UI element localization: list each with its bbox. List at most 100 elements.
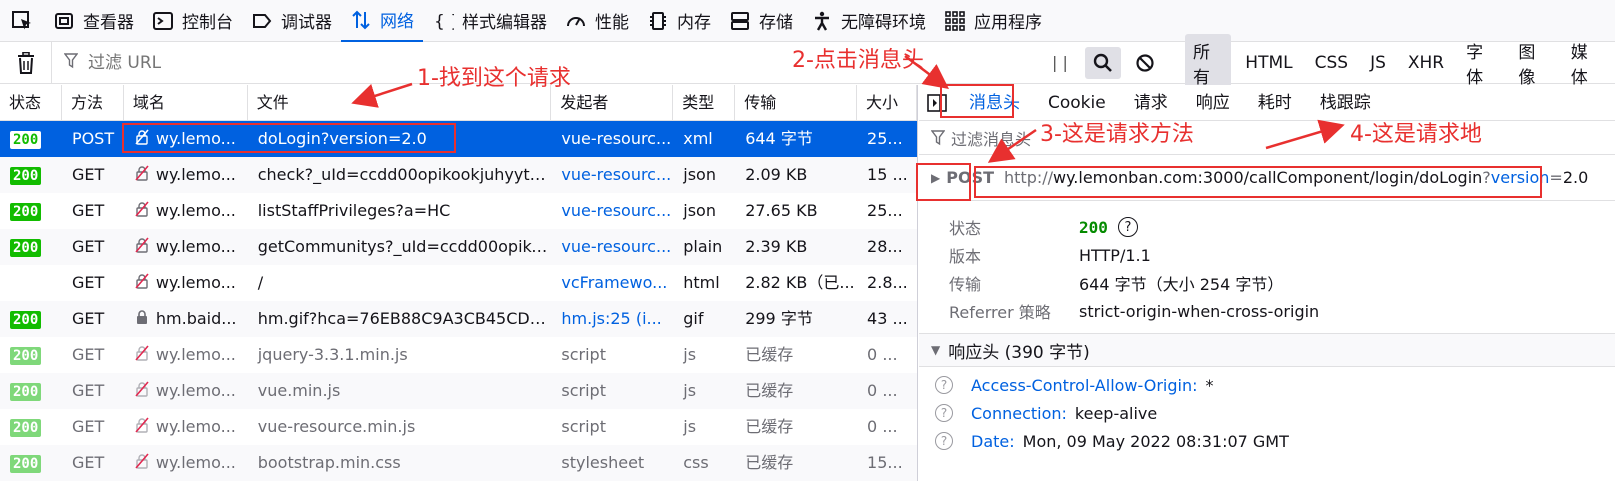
initiator-cell: hm.js:25 (i... [551,301,673,337]
type-filter-button[interactable]: 图像 [1510,34,1556,92]
file-cell-text: bootstrap.min.css [257,453,401,472]
transferred-cell: 644 字节 [735,121,857,157]
column-header[interactable]: 类型 [673,85,736,121]
size-cell-text: 0 ... [867,417,898,436]
domain-text: wy.lemo... [155,201,236,220]
block-requests-button[interactable] [1133,51,1157,75]
details-tab[interactable]: 耗时 [1244,85,1306,121]
method-cell: GET [62,265,124,301]
tab-accessibility[interactable]: 无障碍环境 [802,0,935,42]
column-header[interactable]: 大小 [857,85,917,121]
type-filter-button[interactable]: 字体 [1458,34,1504,92]
tab-application[interactable]: 应用程序 [935,0,1051,42]
insecure-lock-icon [134,158,152,194]
size-cell: 43 ... [857,301,917,337]
table-row[interactable]: 200 GET hm.baid... hm.gif?hca=76EB88C9A3CB4… [0,301,917,337]
initiator-cell-text: script [561,381,606,400]
response-headers-list: ? Access-Control-Allow-Origin: *? Connectio… [919,371,1615,455]
tab-console[interactable]: 控制台 [143,0,242,42]
annotation-2: 2-点击消息头 [792,48,924,73]
tab-network[interactable]: 网络 [341,0,423,42]
initiator-cell: stylesheet [551,445,673,481]
table-row[interactable]: 200 GET wy.lemo... check?_uId=ccdd00opikook… [0,157,917,193]
help-icon[interactable]: ? [935,432,953,450]
annotation-box-selected-row [122,123,456,153]
table-row[interactable]: 200 GET wy.lemo... vue.min.js script js 已缓存 0 .… [0,373,917,409]
type-filter-button[interactable]: 媒体 [1563,34,1609,92]
initiator-cell-text: hm.js:25 (i... [561,309,662,328]
type-filter-button[interactable]: XHR [1400,49,1452,77]
table-row[interactable]: 200 GET wy.lemo... bootstrap.min.css stylesh… [0,445,917,481]
collapse-triangle-icon: ▼ [931,343,941,357]
type-cell: js [673,409,735,445]
table-row[interactable]: GET wy.lemo... / vcFramewo... html 2.82 KB（已.… [0,265,917,301]
table-row[interactable]: 200 GET wy.lemo... getCommunitys?_uId=ccdd0… [0,229,917,265]
transferred-cell: 2.39 KB [735,229,857,265]
file-cell-text: check?_uId=ccdd00opikookjuhyyttvhr [257,165,552,184]
tab-style-editor[interactable]: { } 样式编辑器 [423,0,556,42]
column-header[interactable]: 方法 [62,85,124,121]
help-icon[interactable]: ? [935,376,953,394]
network-icon [350,9,372,31]
method-cell: POST [62,121,124,157]
type-filter-button[interactable]: JS [1362,49,1394,77]
element-picker-button[interactable] [0,0,44,42]
element-picker-icon [12,10,31,29]
summary-value: HTTP/1.1 [1079,245,1151,265]
application-icon [944,10,966,32]
table-row[interactable]: 200 GET wy.lemo... vue-resource.min.js scrip… [0,409,917,445]
response-header-row: ? Date: Mon, 09 May 2022 08:31:07 GMT [919,427,1615,455]
status-badge: 200 [10,455,42,473]
response-headers-title: 响应头 (390 字节) [948,342,1090,363]
type-filter-button[interactable]: HTML [1237,49,1300,77]
request-summary: 状态 200? 版本 HTTP/1.1 传输 644 字节（大小 254 字节） Refer… [919,213,1615,325]
file-cell: hm.gif?hca=76EB88C9A3CB45CD&cc= [248,301,552,337]
type-cell: xml [673,121,735,157]
size-cell-text: 25... [867,129,903,148]
status-cell [0,265,62,301]
file-cell-text: getCommunitys?_uId=ccdd00opikook [257,237,552,256]
help-icon[interactable]: ? [935,404,953,422]
file-cell: jquery-3.3.1.min.js [248,337,552,373]
domain-cell: wy.lemo... [124,337,248,373]
transferred-cell: 2.82 KB（已... [735,265,857,301]
file-cell: check?_uId=ccdd00opikookjuhyyttvhr [248,157,552,193]
initiator-cell-text: stylesheet [561,453,645,472]
clear-requests-button[interactable] [0,41,52,84]
tab-inspector[interactable]: 查看器 [44,0,143,42]
tab-performance[interactable]: 性能 [556,0,638,42]
header-value: * [1205,375,1214,395]
tab-storage[interactable]: 存储 [720,0,802,42]
size-cell: 0 ... [857,337,917,373]
table-row[interactable]: 200 GET wy.lemo... listStaffPrivileges?a=HC… [0,193,917,229]
method-cell-text: GET [71,345,105,364]
pause-button[interactable]: | | [1052,53,1068,72]
domain-cell: wy.lemo... [124,373,248,409]
tab-debugger[interactable]: 调试器 [242,0,341,42]
column-header[interactable]: 传输 [735,85,858,121]
memory-icon [647,10,669,32]
column-header[interactable]: 域名 [124,85,248,121]
tab-label: 控制台 [182,13,233,33]
help-icon[interactable]: ? [1117,217,1138,237]
column-header[interactable]: 状态 [0,85,62,121]
tab-label: 调试器 [281,13,332,33]
initiator-cell-text: vue-resourc... [561,237,672,256]
type-cell: js [673,337,735,373]
initiator-cell-text: vue-resourc... [561,165,672,184]
method-cell: GET [62,337,124,373]
size-cell-text: 43 ... [867,309,908,328]
search-button[interactable] [1085,47,1121,79]
transferred-cell-text: 644 字节 [745,129,813,148]
domain-text: hm.baid... [155,309,237,328]
tab-memory[interactable]: 内存 [638,0,720,42]
type-filter-button[interactable]: CSS [1307,49,1356,77]
headers-filter[interactable]: 过滤消息头 [919,121,1615,155]
response-headers-section[interactable]: ▼ 响应头 (390 字节) [919,333,1615,367]
transferred-cell: 299 字节 [735,301,857,337]
table-row[interactable]: 200 GET wy.lemo... jquery-3.3.1.min.js scrip… [0,337,917,373]
type-filter-button[interactable]: 所有 [1185,34,1232,92]
type-cell: json [673,193,735,229]
domain-cell: hm.baid... [124,301,248,337]
request-details-panel: 消息头 Cookie 请求 响应 耗时 栈跟踪 过滤消息头 ▶ POST http://w… [919,85,1615,481]
